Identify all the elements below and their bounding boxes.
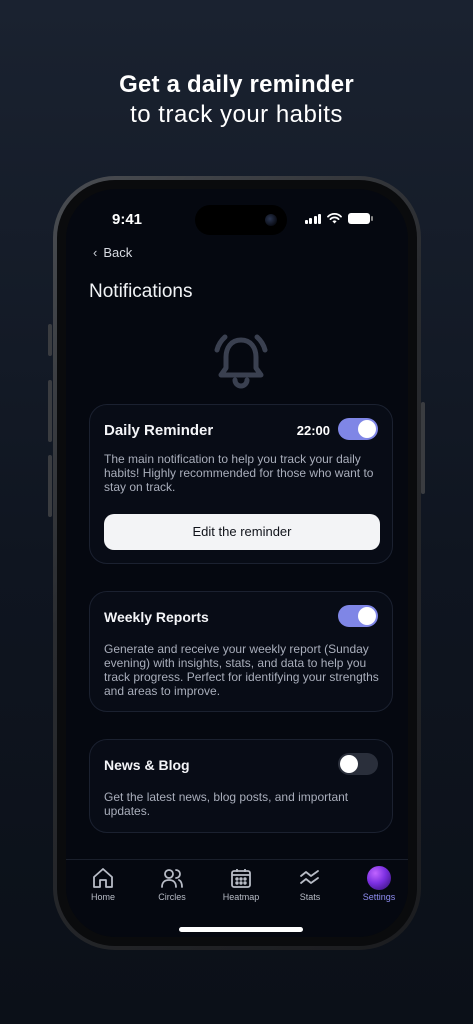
tab-circles[interactable]: Circles (142, 866, 202, 902)
mute-switch (48, 324, 52, 356)
promo-headline: Get a daily reminder to track your habit… (0, 70, 473, 130)
tab-circles-label: Circles (158, 892, 186, 902)
tab-home[interactable]: Home (73, 866, 133, 902)
tab-stats-label: Stats (299, 892, 321, 902)
daily-reminder-description: The main notification to help you track … (104, 452, 374, 494)
news-blog-title: News & Blog (104, 757, 190, 773)
calendar-icon (231, 869, 251, 888)
volume-down-button (48, 455, 52, 517)
weekly-reports-toggle[interactable] (338, 605, 378, 627)
app-screen: 9:41 ‹ Back Notifications Daily Reminder… (66, 189, 408, 937)
weekly-reports-description: Generate and receive your weekly report … (104, 642, 379, 698)
tab-bar: Home Circles Heatmap Stats Settings (66, 859, 408, 937)
toggle-knob (358, 420, 376, 438)
news-blog-card: News & Blog Get the latest news, blog po… (89, 739, 393, 833)
dynamic-island (195, 205, 287, 235)
home-icon (93, 868, 113, 888)
home-indicator (179, 927, 303, 932)
headline-line-2: to track your habits (130, 101, 343, 128)
daily-reminder-card: Daily Reminder 22:00 The main notificati… (89, 404, 393, 564)
headline-line-1: Get a daily reminder (119, 71, 354, 98)
tab-settings-label: Settings (362, 892, 396, 902)
toggle-knob (340, 755, 358, 773)
users-icon (161, 869, 183, 888)
tab-home-label: Home (90, 892, 115, 902)
edit-reminder-button[interactable]: Edit the reminder (104, 514, 380, 550)
status-time: 9:41 (112, 211, 143, 228)
phone-frame: 9:41 ‹ Back Notifications Daily Reminder… (53, 176, 421, 950)
daily-reminder-title: Daily Reminder (104, 422, 214, 439)
status-icons (304, 213, 373, 224)
news-blog-toggle[interactable] (338, 753, 378, 775)
tab-heatmap[interactable]: Heatmap (211, 866, 271, 902)
stats-icon (300, 870, 319, 884)
battery-icon (348, 213, 373, 224)
weekly-reports-title: Weekly Reports (104, 609, 209, 625)
camera-icon (265, 214, 277, 226)
cellular-signal-icon (304, 213, 321, 224)
volume-up-button (48, 380, 52, 442)
page-title: Notifications (89, 281, 193, 302)
daily-reminder-toggle[interactable] (338, 418, 378, 440)
wifi-icon (327, 213, 342, 224)
chevron-left-icon: ‹ (93, 245, 98, 260)
bell-icon (214, 334, 268, 389)
tab-settings[interactable]: Settings (349, 866, 408, 902)
tab-heatmap-label: Heatmap (222, 892, 260, 902)
back-button[interactable]: ‹ Back (93, 245, 132, 260)
reminder-time[interactable]: 22:00 (297, 423, 330, 438)
toggle-knob (358, 607, 376, 625)
weekly-reports-card: Weekly Reports Generate and receive your… (89, 591, 393, 712)
settings-orb-icon (367, 866, 391, 890)
power-button (421, 402, 425, 494)
tab-stats[interactable]: Stats (280, 866, 340, 902)
back-label: Back (103, 245, 133, 260)
news-blog-description: Get the latest news, blog posts, and imp… (104, 790, 349, 818)
